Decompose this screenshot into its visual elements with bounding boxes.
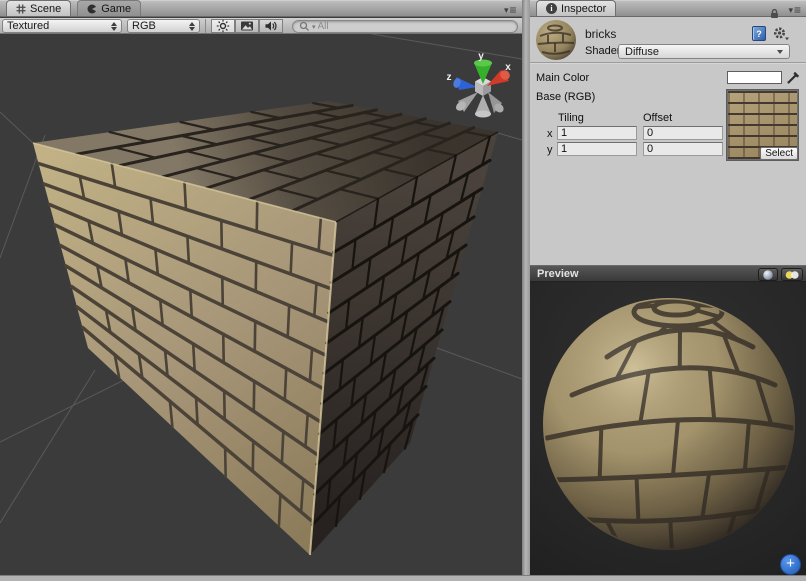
updown-arrows-icon xyxy=(189,22,195,31)
tab-scene[interactable]: Scene xyxy=(6,0,71,16)
color-swatch[interactable] xyxy=(727,71,782,84)
effects-toggle-button[interactable] xyxy=(235,19,259,33)
preview-mesh-toggle-button[interactable] xyxy=(758,268,778,281)
draw-mode-label: Textured xyxy=(7,20,107,32)
tiling-header: Tiling xyxy=(558,112,584,124)
dropdown-icon: ▾ xyxy=(504,5,509,16)
main-color-label: Main Color xyxy=(536,72,589,84)
tiling-x-input[interactable] xyxy=(557,126,637,140)
speaker-icon xyxy=(264,19,278,33)
axis-y-label: y xyxy=(547,144,553,156)
gizmo-x-label[interactable]: x xyxy=(505,62,511,73)
lights-icon xyxy=(784,269,800,281)
shader-dropdown[interactable]: Diffuse xyxy=(618,44,790,59)
preview-sphere[interactable] xyxy=(543,298,795,572)
lock-icon[interactable] xyxy=(769,6,780,24)
offset-x-input[interactable] xyxy=(643,126,723,140)
scene-panel: Scene Game ▾≡ Textured RGB xyxy=(0,0,522,575)
lighting-toggle-button[interactable] xyxy=(211,19,235,33)
draw-mode-dropdown[interactable]: Textured xyxy=(2,19,122,33)
tab-inspector-label: Inspector xyxy=(561,3,606,15)
search-field[interactable]: ▾ xyxy=(292,20,518,33)
color-mode-dropdown[interactable]: RGB xyxy=(127,19,200,33)
gizmo-z-label[interactable]: z xyxy=(447,72,452,83)
axis-x-label: x xyxy=(547,128,553,140)
preview-header[interactable]: Preview xyxy=(530,265,806,282)
toolbar-separator xyxy=(205,19,206,33)
tab-scene-label: Scene xyxy=(30,3,61,15)
inspector-tab-strip: i Inspector ▾≡ xyxy=(530,0,806,17)
tiling-y-input[interactable] xyxy=(557,142,637,156)
shader-label: Shader xyxy=(585,45,620,57)
help-icon: ? xyxy=(752,26,766,41)
scene-viewport[interactable]: y x z xyxy=(0,34,522,575)
scene-tab-strip: Scene Game ▾≡ xyxy=(0,0,522,17)
sun-icon xyxy=(216,19,230,33)
chevron-down-icon xyxy=(777,50,783,54)
texture-thumbnail[interactable]: Select xyxy=(726,89,799,161)
brick-cube[interactable] xyxy=(33,101,498,555)
eyedropper-icon xyxy=(786,69,802,85)
base-texture-label: Base (RGB) xyxy=(536,91,595,103)
scene-pane-menu[interactable]: ▾≡ xyxy=(504,5,517,16)
panel-splitter[interactable] xyxy=(522,0,530,575)
sphere-icon xyxy=(762,269,774,281)
image-icon xyxy=(240,19,254,33)
search-icon xyxy=(299,21,310,32)
inspector-panel: i Inspector ▾≡ xyxy=(530,0,806,575)
menu-icon: ≡ xyxy=(794,6,801,15)
tab-inspector[interactable]: i Inspector xyxy=(536,0,616,16)
add-button[interactable]: + xyxy=(780,554,801,575)
gear-icon xyxy=(772,25,790,42)
help-button[interactable]: ? xyxy=(750,25,768,42)
offset-header: Offset xyxy=(643,112,672,124)
tab-game-label: Game xyxy=(101,3,131,15)
divider xyxy=(530,62,806,63)
material-preview-thumb[interactable] xyxy=(536,20,576,60)
search-filter-caret-icon[interactable]: ▾ xyxy=(312,23,316,31)
dropdown-icon: ▾ xyxy=(788,5,793,16)
settings-button[interactable] xyxy=(772,25,790,42)
shader-value: Diffuse xyxy=(625,46,777,58)
preview-lighting-button[interactable] xyxy=(781,268,803,281)
updown-arrows-icon xyxy=(111,22,117,31)
offset-y-input[interactable] xyxy=(643,142,723,156)
tab-game[interactable]: Game xyxy=(77,0,141,16)
window-bottom-strip xyxy=(0,575,806,581)
preview-title: Preview xyxy=(537,268,579,280)
preview-body[interactable]: + xyxy=(530,282,806,575)
axis-gizmo[interactable]: y x z xyxy=(447,51,512,118)
color-mode-label: RGB xyxy=(132,20,185,32)
eyedropper-button[interactable] xyxy=(786,69,802,90)
search-input[interactable] xyxy=(318,21,511,32)
unity-editor-window: Scene Game ▾≡ Textured RGB xyxy=(0,0,806,581)
menu-icon: ≡ xyxy=(510,6,517,15)
scene-grid-icon xyxy=(16,4,26,14)
inspector-pane-menu[interactable]: ▾≡ xyxy=(788,5,801,16)
select-button[interactable]: Select xyxy=(760,147,798,160)
gizmo-y-label[interactable]: y xyxy=(478,51,484,62)
info-icon: i xyxy=(546,3,557,14)
game-icon xyxy=(87,4,97,14)
material-name: bricks xyxy=(585,27,616,41)
scene-toolbar: Textured RGB xyxy=(0,18,522,34)
audio-toggle-button[interactable] xyxy=(259,19,283,33)
